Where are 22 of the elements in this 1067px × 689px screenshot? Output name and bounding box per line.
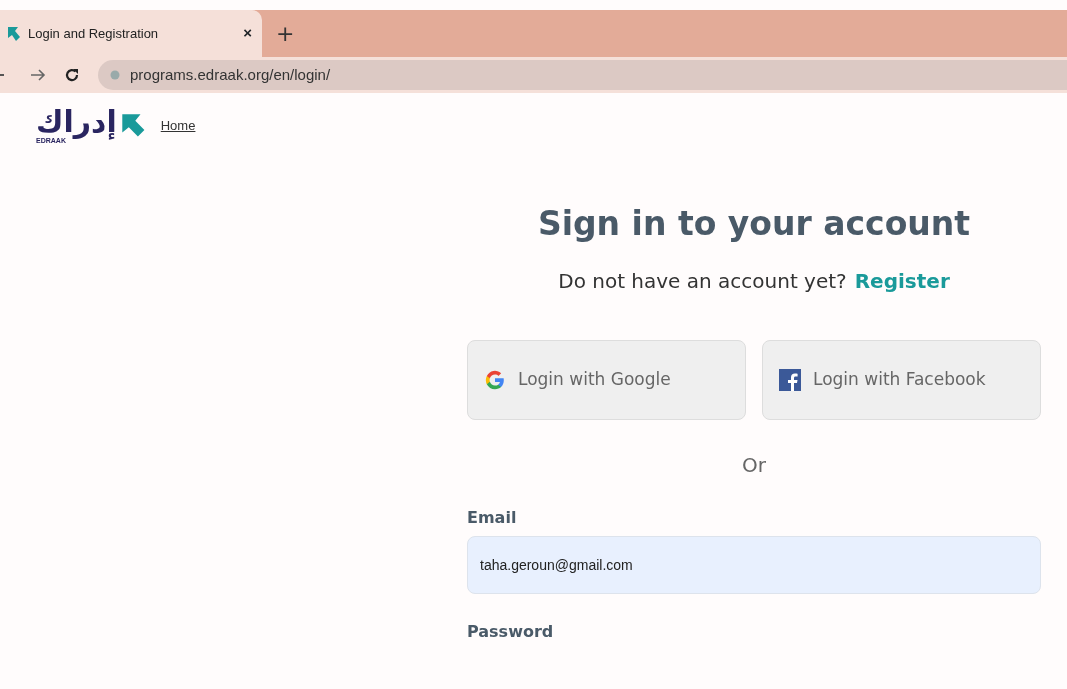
facebook-login-button[interactable]: Login with Facebook	[762, 339, 1041, 420]
site-info-icon	[110, 70, 120, 80]
favicon-icon	[8, 26, 20, 41]
google-logo-icon	[484, 368, 506, 391]
url-text: programs.edraak.org/en/login/	[130, 64, 331, 85]
google-login-button[interactable]: Login with Google	[467, 339, 746, 420]
browser-tab[interactable]: Login and Registration ×	[0, 10, 262, 57]
field-label: Password	[467, 620, 555, 643]
input-field[interactable]: taha.geroun@gmail.com	[467, 535, 1041, 594]
logo-arrow-icon	[120, 112, 147, 139]
register-prompt: Do not have an account yet?	[558, 268, 847, 293]
separator-text: Or	[741, 451, 767, 479]
facebook-logo-icon	[779, 368, 801, 391]
reload-icon[interactable]	[64, 67, 80, 83]
field-label: Email	[467, 506, 518, 529]
address-bar[interactable]: programs.edraak.org/en/login/	[98, 60, 1067, 90]
tab-title: Login and Registration	[28, 24, 160, 43]
forward-icon[interactable]	[30, 67, 46, 83]
home-link[interactable]: Home	[160, 115, 196, 136]
page-heading: Sign in to your account	[536, 204, 972, 244]
new-tab-button[interactable]: +	[262, 10, 309, 57]
tab-close-button[interactable]: ×	[243, 22, 252, 45]
